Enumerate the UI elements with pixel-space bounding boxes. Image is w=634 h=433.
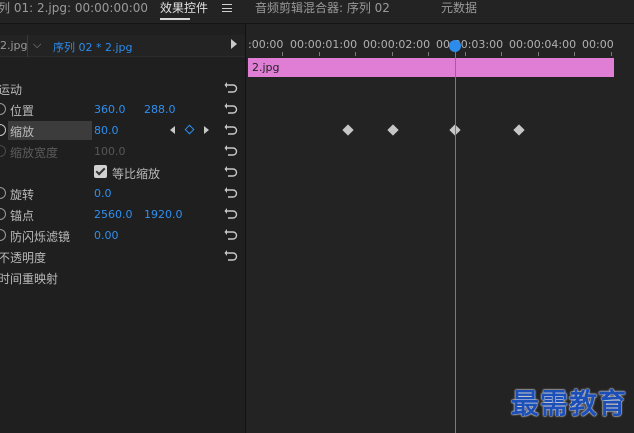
add-keyframe-icon[interactable]: [184, 124, 195, 135]
prop-scale-width: 缩放宽度 100.0: [0, 141, 245, 162]
ruler-tick-label: 00:00:03:00: [436, 38, 504, 51]
stopwatch-icon: [0, 145, 6, 157]
clip-bar[interactable]: 2.jpg: [248, 58, 614, 77]
uniform-scale-checkbox[interactable]: [94, 165, 107, 178]
keyframe-timeline[interactable]: :00:00 00:00:01:00 00:00:02:00 00:00:03:…: [246, 24, 634, 433]
prop-anchor-point[interactable]: 锚点 2560.0 1920.0: [0, 204, 245, 225]
prop-anti-flicker-label: 防闪烁滤镜: [10, 230, 71, 244]
stopwatch-icon[interactable]: [0, 103, 6, 115]
prop-opacity-label: 不透明度: [0, 251, 47, 265]
ruler-tick: [282, 52, 283, 56]
ruler-tick-label: :00:00: [248, 38, 284, 51]
stopwatch-icon[interactable]: [0, 208, 6, 220]
prop-motion[interactable]: 运动: [0, 78, 245, 99]
rotation-value[interactable]: 0.0: [94, 187, 112, 200]
ruler-tick: [574, 52, 575, 56]
ruler-tick: [501, 52, 502, 56]
prop-time-remap-label: 时间重映射: [0, 272, 59, 286]
prop-rotation[interactable]: 旋转 0.0: [0, 183, 245, 204]
reset-icon[interactable]: [224, 186, 238, 200]
reset-icon[interactable]: [224, 207, 238, 221]
ruler-tick: [392, 52, 393, 56]
ruler-tick-label: 00:00: [582, 38, 614, 51]
ruler-tick: [465, 52, 466, 56]
source-clip-label[interactable]: 2.jpg: [0, 39, 28, 52]
keyframe-diamond[interactable]: [387, 124, 399, 136]
time-ruler[interactable]: :00:00 00:00:01:00 00:00:02:00 00:00:03:…: [246, 35, 634, 56]
prop-time-remapping[interactable]: 时间重映射: [0, 267, 245, 288]
prop-anti-flicker[interactable]: 防闪烁滤镜 0.00: [0, 225, 245, 246]
next-keyframe-icon[interactable]: [204, 126, 209, 134]
stopwatch-icon[interactable]: [0, 229, 6, 241]
effect-controls-properties: 2.jpg ⌵ 序列 02 * 2.jpg 运动 位置 360.0 288.0 …: [0, 24, 245, 433]
tab-source-monitor[interactable]: 列 01: 2.jpg: 00:00:00:00: [0, 0, 148, 24]
position-x-value[interactable]: 360.0: [94, 103, 126, 116]
prop-scale[interactable]: 缩放 80.0: [0, 120, 245, 141]
anchor-x-value[interactable]: 2560.0: [94, 208, 133, 221]
clip-selector-row: 2.jpg ⌵ 序列 02 * 2.jpg: [0, 35, 245, 57]
ruler-tick: [538, 52, 539, 56]
anchor-y-value[interactable]: 1920.0: [144, 208, 183, 221]
ruler-tick-label: 00:00:02:00: [363, 38, 431, 51]
tab-effect-controls[interactable]: 效果控件: [160, 0, 208, 24]
reset-icon[interactable]: [224, 165, 238, 179]
watermark-text: 最需教育: [511, 387, 628, 420]
position-y-value[interactable]: 288.0: [144, 103, 176, 116]
reset-icon[interactable]: [224, 123, 238, 137]
tab-source-label: 列 01: 2.jpg: 00:00:00:00: [0, 1, 149, 15]
prop-uniform-scale[interactable]: 等比缩放: [0, 162, 245, 183]
chevron-down-icon[interactable]: ⌵: [33, 38, 41, 52]
scale-value[interactable]: 80.0: [94, 124, 119, 137]
divider: [27, 35, 28, 57]
prop-scale-width-label: 缩放宽度: [10, 146, 59, 160]
tab-metadata-label: 元数据: [441, 1, 478, 15]
panel-menu-icon[interactable]: [222, 4, 232, 12]
tab-audio-mixer-label: 音频剪辑混合器: 序列 02: [255, 1, 390, 15]
prop-position[interactable]: 位置 360.0 288.0: [0, 99, 245, 120]
previous-keyframe-icon[interactable]: [170, 126, 175, 134]
playhead-line[interactable]: [455, 46, 456, 433]
playhead-handle[interactable]: [449, 40, 461, 52]
reset-icon[interactable]: [224, 228, 238, 242]
stopwatch-icon[interactable]: [0, 124, 6, 136]
prop-scale-label: 缩放: [10, 125, 35, 139]
ruler-tick-label: 00:00:01:00: [290, 38, 358, 51]
panel-tab-bar: 列 01: 2.jpg: 00:00:00:00 效果控件 音频剪辑混合器: 序…: [0, 0, 634, 24]
stopwatch-icon[interactable]: [0, 187, 6, 199]
reset-icon[interactable]: [224, 249, 238, 263]
prop-position-label: 位置: [10, 104, 35, 118]
ruler-tick: [319, 52, 320, 56]
clip-bar-label: 2.jpg: [252, 61, 280, 74]
keyframe-diamond[interactable]: [513, 124, 525, 136]
tab-effect-controls-label: 效果控件: [160, 1, 209, 15]
play-icon[interactable]: [231, 39, 237, 49]
ruler-tick: [611, 52, 612, 56]
keyframe-diamond[interactable]: [342, 124, 354, 136]
ruler-tick: [428, 52, 429, 56]
scale-width-value: 100.0: [94, 145, 126, 158]
reset-icon[interactable]: [224, 102, 238, 116]
tab-metadata[interactable]: 元数据: [441, 0, 477, 24]
anti-flicker-value[interactable]: 0.00: [94, 229, 119, 242]
prop-rotation-label: 旋转: [10, 188, 35, 202]
ruler-tick-label: 00:00:04:00: [509, 38, 577, 51]
prop-opacity[interactable]: 不透明度: [0, 246, 245, 267]
reset-icon[interactable]: [224, 81, 238, 95]
reset-icon[interactable]: [224, 144, 238, 158]
prop-motion-label: 运动: [0, 83, 23, 97]
uniform-scale-label: 等比缩放: [112, 167, 161, 181]
sequence-clip-label[interactable]: 序列 02 * 2.jpg: [53, 39, 133, 55]
ruler-tick: [355, 52, 356, 56]
prop-anchor-label: 锚点: [10, 209, 35, 223]
tab-audio-clip-mixer[interactable]: 音频剪辑混合器: 序列 02: [255, 0, 390, 24]
